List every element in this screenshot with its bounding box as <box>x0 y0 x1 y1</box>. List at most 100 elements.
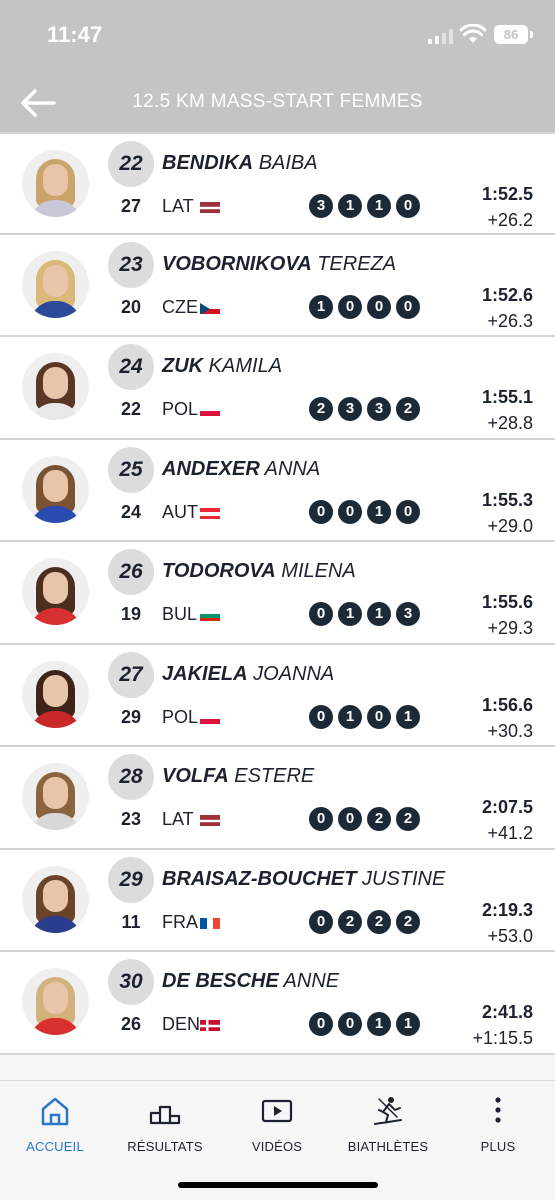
shooting-result: 0 <box>338 294 362 319</box>
nation-code: BUL <box>162 604 198 624</box>
flag-icon <box>200 302 220 314</box>
result-row[interactable]: 22 BENDIKA BAIBA 27 LAT 3110 1:52.5 +26.… <box>0 132 555 235</box>
flag-icon <box>200 609 220 621</box>
athlete-last-name: VOLFA <box>162 765 229 787</box>
shooting-stages: 0222 <box>309 909 420 934</box>
athlete-last-name: TODOROVA <box>162 560 276 582</box>
athlete-last-name: DE BESCHE <box>162 970 279 992</box>
shooting-result: 2 <box>367 807 391 831</box>
time-behind: +29.0 <box>487 515 533 536</box>
shooting-result: 3 <box>396 602 420 626</box>
athlete-name: ANDEXER ANNA <box>162 458 320 481</box>
battery-tip <box>530 31 533 38</box>
athlete-first-name: JUSTINE <box>362 867 446 890</box>
athlete-first-name: TEREZA <box>317 252 397 275</box>
athlete-name: JAKIELA JOANNA <box>162 663 334 686</box>
tab-biathletes[interactable]: BIATHLÈTES <box>333 1095 443 1154</box>
finish-time: 1:56.6 <box>481 694 533 715</box>
time-behind: +30.3 <box>487 720 533 741</box>
result-row[interactable]: 29 BRAISAZ-BOUCHET JUSTINE 11 FRA 0222 2… <box>0 849 555 952</box>
result-row[interactable]: 30 DE BESCHE ANNE 26 DEN 0011 2:41.8 +1:… <box>0 952 555 1055</box>
finish-time: 2:41.8 <box>481 1002 533 1022</box>
time-behind: +26.3 <box>487 310 533 331</box>
shooting-result: 2 <box>396 807 420 831</box>
shooting-result: 1 <box>338 704 362 729</box>
result-row[interactable]: 24 ZUK KAMILA 22 POL 2332 1:55.1 +28.8 <box>0 337 555 440</box>
athlete-photo <box>22 865 89 933</box>
shooting-result: 0 <box>367 704 391 729</box>
shooting-result: 3 <box>309 194 333 218</box>
nation-code: DEN <box>162 1014 201 1034</box>
athlete-last-name: ZUK <box>162 355 204 377</box>
rank-badge: 28 <box>108 754 154 800</box>
athlete-photo <box>22 250 89 318</box>
shooting-result: 0 <box>338 1012 362 1036</box>
time-behind: +26.2 <box>487 210 533 230</box>
nation-code: POL <box>162 399 199 419</box>
athlete-first-name: ESTERE <box>234 765 315 787</box>
result-row[interactable]: 27 JAKIELA JOANNA 29 POL 0101 1:56.6 +30… <box>0 644 555 747</box>
athlete-photo <box>22 968 89 1035</box>
rank-badge: 26 <box>108 549 154 595</box>
nation-code: AUT <box>162 501 198 522</box>
athlete-last-name: VOBORNIKOVA <box>162 252 312 275</box>
home-icon <box>41 1097 69 1126</box>
shooting-result: 0 <box>367 294 391 319</box>
rank-badge: 30 <box>108 959 154 1005</box>
shooting-stages: 0010 <box>309 499 420 524</box>
finish-time: 2:19.3 <box>481 899 533 920</box>
shooting-result: 0 <box>309 602 333 626</box>
flag-icon <box>200 404 220 416</box>
wifi-icon <box>460 24 486 43</box>
athlete-first-name: ANNA <box>264 457 321 480</box>
result-row[interactable]: 23 VOBORNIKOVA TEREZA 20 CZE 1000 1:52.6… <box>0 234 555 337</box>
tab-label: BIATHLÈTES <box>347 1139 429 1154</box>
time-behind: +29.3 <box>487 618 533 638</box>
athlete-photo <box>22 150 89 217</box>
rank-badge: 24 <box>108 344 154 390</box>
flag-icon <box>200 1019 220 1031</box>
time-behind: +28.8 <box>487 413 533 433</box>
shooting-result: 2 <box>338 909 362 934</box>
athlete-first-name: ANNE <box>283 970 340 992</box>
tab-videos[interactable]: VIDÉOS <box>222 1095 332 1154</box>
shooting-result: 0 <box>396 499 420 524</box>
biathlete-icon <box>374 1097 402 1125</box>
home-indicator <box>178 1182 378 1188</box>
shooting-result: 1 <box>367 1012 391 1036</box>
shooting-result: 3 <box>367 397 391 421</box>
athlete-first-name: KAMILA <box>208 355 283 377</box>
video-icon <box>261 1099 293 1123</box>
shooting-result: 0 <box>309 1012 333 1036</box>
tab-resultats[interactable]: RÉSULTATS <box>110 1095 220 1154</box>
shooting-result: 2 <box>396 397 420 421</box>
shooting-result: 0 <box>309 807 333 831</box>
shooting-result: 2 <box>367 909 391 934</box>
tab-label: PLUS <box>480 1139 516 1154</box>
athlete-last-name: ANDEXER <box>162 457 260 480</box>
bib-number: 20 <box>120 296 142 317</box>
athlete-first-name: JOANNA <box>253 662 335 685</box>
shooting-result: 1 <box>309 294 333 319</box>
result-row[interactable]: 25 ANDEXER ANNA 24 AUT 0010 1:55.3 +29.0 <box>0 439 555 542</box>
shooting-result: 0 <box>309 909 333 934</box>
cellular-signal-icon <box>428 28 454 44</box>
battery-icon: 86 <box>494 25 528 44</box>
shooting-result: 0 <box>309 704 333 729</box>
result-row[interactable]: 26 TODOROVA MILENA 19 BUL 0113 1:55.6 +2… <box>0 542 555 645</box>
tab-plus[interactable]: PLUS <box>443 1095 553 1154</box>
shooting-stages: 0101 <box>309 704 420 729</box>
rank-badge: 25 <box>108 446 154 493</box>
shooting-result: 2 <box>396 909 420 934</box>
rank-badge: 29 <box>108 856 154 903</box>
shooting-result: 1 <box>367 602 391 626</box>
nation-code: CZE <box>162 296 198 317</box>
results-list: 22 BENDIKA BAIBA 27 LAT 3110 1:52.5 +26.… <box>0 132 555 1055</box>
shooting-result: 0 <box>338 807 362 831</box>
finish-time: 1:55.6 <box>481 592 533 612</box>
tab-accueil[interactable]: ACCUEIL <box>0 1095 110 1154</box>
rank-badge: 22 <box>108 141 154 187</box>
tab-label: RÉSULTATS <box>127 1139 203 1154</box>
result-row[interactable]: 28 VOLFA ESTERE 23 LAT 0022 2:07.5 +41.2 <box>0 747 555 850</box>
finish-time: 1:55.1 <box>481 387 533 407</box>
